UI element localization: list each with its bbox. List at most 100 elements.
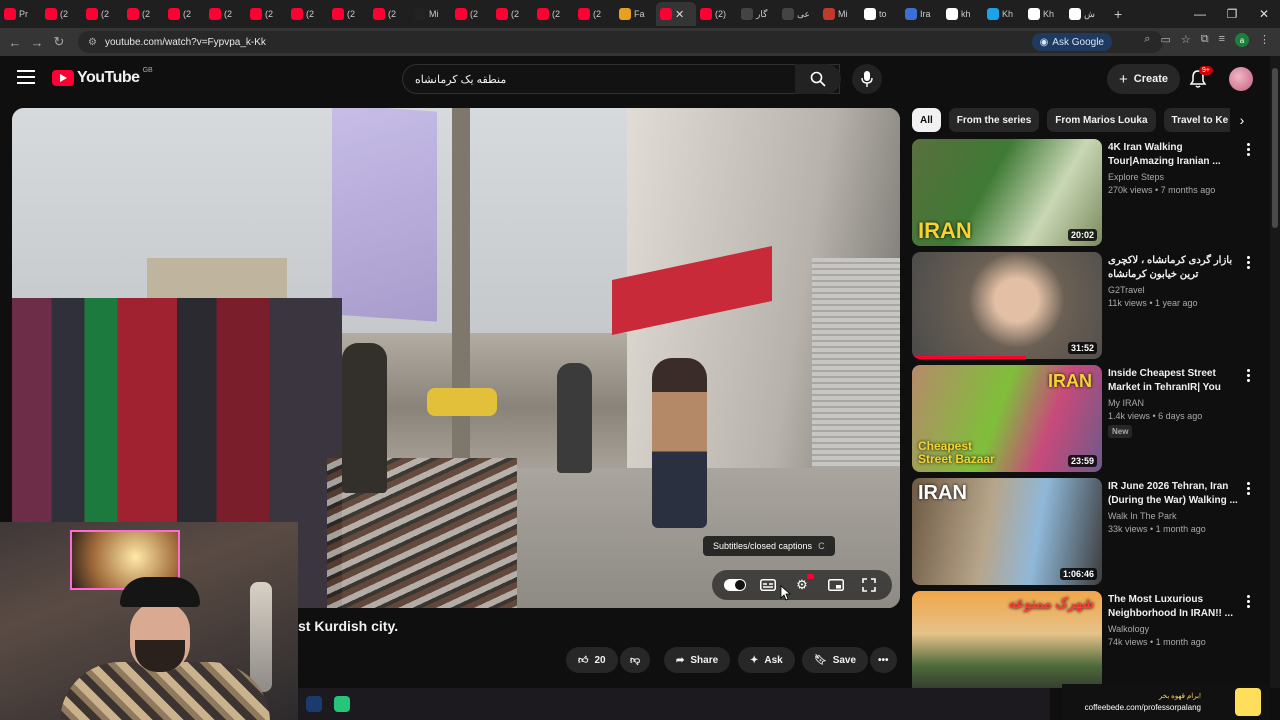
new-tab-button[interactable]: + bbox=[1106, 6, 1130, 22]
browser-tab[interactable]: گار bbox=[737, 2, 778, 26]
chip-all[interactable]: All bbox=[912, 108, 941, 132]
subtitles-button[interactable] bbox=[757, 574, 779, 596]
reload-icon[interactable]: ↻ bbox=[48, 34, 70, 50]
browser-tab[interactable]: ش bbox=[1065, 2, 1106, 26]
channel-name[interactable]: G2Travel bbox=[1108, 285, 1238, 295]
settings-button[interactable]: ⚙ bbox=[791, 574, 814, 596]
recommendation-title[interactable]: The Most Luxurious Neighborhood In IRAN!… bbox=[1108, 593, 1238, 621]
video-thumbnail[interactable]: IRAN 1:06:46 bbox=[912, 478, 1102, 585]
search-input[interactable]: منطقه یک کرمانشاه ✕ bbox=[402, 64, 840, 94]
browser-tab[interactable]: (2 bbox=[205, 2, 246, 26]
like-button[interactable]: 👍︎ 20 bbox=[566, 647, 618, 673]
chip-from-channel[interactable]: From Marios Louka bbox=[1047, 108, 1156, 132]
browser-tab[interactable]: to bbox=[860, 2, 901, 26]
close-window-button[interactable]: ✕ bbox=[1248, 7, 1280, 21]
url-field[interactable]: ⚙ youtube.com/watch?v=Fypvpa_k-Kk bbox=[78, 31, 1163, 53]
site-info-icon[interactable]: ⚙ bbox=[88, 37, 97, 48]
recommendation-item[interactable]: شهرک ممنوعه The Most Luxurious Neighborh… bbox=[912, 591, 1257, 688]
recommendation-title[interactable]: بازار گردی کرمانشاه ، لاکچری ترین خیابون… bbox=[1108, 254, 1238, 282]
minimize-button[interactable]: — bbox=[1184, 7, 1216, 21]
menu-icon[interactable] bbox=[17, 70, 35, 84]
search-button[interactable] bbox=[795, 64, 841, 94]
back-icon[interactable]: ← bbox=[4, 35, 26, 50]
more-actions-button[interactable]: ••• bbox=[870, 647, 897, 673]
app-icon[interactable] bbox=[334, 696, 350, 712]
voice-search-button[interactable] bbox=[852, 64, 882, 94]
browser-tab[interactable]: Kh bbox=[1024, 2, 1065, 26]
extensions-icon[interactable]: ⧉ bbox=[1201, 33, 1209, 47]
browser-tab[interactable]: عی bbox=[778, 2, 819, 26]
bookmark-star-icon[interactable]: ☆ bbox=[1181, 33, 1191, 47]
forward-icon[interactable]: → bbox=[26, 35, 48, 50]
more-vert-icon[interactable] bbox=[1243, 595, 1253, 608]
browser-tab[interactable]: (2 bbox=[492, 2, 533, 26]
zoom-icon[interactable]: ⌕ bbox=[1144, 33, 1150, 47]
video-thumbnail[interactable]: IRAN 20:02 bbox=[912, 139, 1102, 246]
recommendation-title[interactable]: Inside Cheapest Street Market in TehranI… bbox=[1108, 367, 1238, 395]
profile-avatar[interactable]: a bbox=[1235, 33, 1249, 47]
browser-tab[interactable]: Fa bbox=[615, 2, 656, 26]
media-controls-icon[interactable]: ≡ bbox=[1219, 33, 1225, 47]
recommendation-title[interactable]: 4K Iran Walking Tour|Amazing Iranian ... bbox=[1108, 141, 1238, 169]
save-button[interactable]: 🔖︎ Save bbox=[802, 647, 869, 673]
video-thumbnail[interactable]: شهرک ممنوعه bbox=[912, 591, 1102, 688]
create-button[interactable]: + Create bbox=[1107, 64, 1181, 94]
recommendation-item[interactable]: Cheapest Street Bazaar IRAN 23:59 Inside… bbox=[912, 365, 1257, 472]
more-vert-icon[interactable] bbox=[1243, 482, 1253, 495]
webcam-person-hat bbox=[120, 577, 200, 607]
browser-tab[interactable]: Pr bbox=[0, 2, 41, 26]
browser-tab[interactable]: (2 bbox=[287, 2, 328, 26]
tab-active[interactable]: ✕ bbox=[656, 2, 696, 26]
page-scrollbar[interactable] bbox=[1270, 56, 1280, 688]
ask-label: Ask bbox=[764, 654, 783, 666]
thumbnail-caption: IRAN bbox=[918, 482, 967, 504]
channel-name[interactable]: Walk In The Park bbox=[1108, 511, 1238, 521]
browser-tab[interactable]: (2 bbox=[533, 2, 574, 26]
browser-tab[interactable]: Mi bbox=[410, 2, 451, 26]
chip-from-series[interactable]: From the series bbox=[948, 108, 1040, 132]
ask-google-button[interactable]: ◉ Ask Google bbox=[1031, 33, 1112, 51]
recommendation-item[interactable]: IRAN 1:06:46 IR June 2026 Tehran, Iran (… bbox=[912, 478, 1257, 585]
browser-tab[interactable]: (2 bbox=[82, 2, 123, 26]
browser-tab[interactable]: Mi bbox=[819, 2, 860, 26]
maximize-button[interactable]: ❐ bbox=[1216, 7, 1248, 21]
browser-tab[interactable]: kh bbox=[942, 2, 983, 26]
autoplay-toggle[interactable] bbox=[723, 574, 746, 596]
recommendation-title[interactable]: IR June 2026 Tehran, Iran (During the Wa… bbox=[1108, 480, 1238, 508]
browser-tab[interactable]: (2 bbox=[574, 2, 615, 26]
ask-button[interactable]: ✦ Ask bbox=[738, 647, 795, 673]
browser-tab[interactable]: Kh bbox=[983, 2, 1024, 26]
chips-next-arrow-icon[interactable]: › bbox=[1230, 108, 1254, 132]
browser-tab[interactable]: (2 bbox=[123, 2, 164, 26]
recommendation-item[interactable]: 31:52 بازار گردی کرمانشاه ، لاکچری ترین … bbox=[912, 252, 1257, 359]
fullscreen-button[interactable] bbox=[858, 574, 880, 596]
channel-name[interactable]: Explore Steps bbox=[1108, 172, 1238, 182]
share-button[interactable]: ➦ Share bbox=[664, 647, 731, 673]
chip-travel[interactable]: Travel to Ke bbox=[1163, 108, 1237, 132]
steam-icon[interactable] bbox=[306, 696, 322, 712]
browser-tab[interactable]: (2 bbox=[246, 2, 287, 26]
install-icon[interactable]: ▭ bbox=[1160, 33, 1170, 47]
youtube-logo[interactable]: YouTube GB bbox=[52, 67, 153, 87]
browser-tab[interactable]: (2) bbox=[696, 2, 737, 26]
more-vert-icon[interactable] bbox=[1243, 143, 1253, 156]
tab-close-icon[interactable]: ✕ bbox=[675, 8, 684, 21]
browser-tab[interactable]: (2 bbox=[369, 2, 410, 26]
more-vert-icon[interactable] bbox=[1243, 369, 1253, 382]
miniplayer-button[interactable] bbox=[825, 574, 847, 596]
browser-tab[interactable]: Ira bbox=[901, 2, 942, 26]
more-vert-icon[interactable] bbox=[1243, 256, 1253, 269]
browser-menu-icon[interactable]: ⋮ bbox=[1259, 33, 1270, 47]
scrollbar-thumb[interactable] bbox=[1272, 68, 1278, 228]
browser-tab[interactable]: (2 bbox=[328, 2, 369, 26]
browser-tab[interactable]: (2 bbox=[164, 2, 205, 26]
channel-name[interactable]: Walkology bbox=[1108, 624, 1238, 634]
video-thumbnail[interactable]: 31:52 bbox=[912, 252, 1102, 359]
account-avatar[interactable] bbox=[1229, 67, 1253, 91]
recommendation-item[interactable]: IRAN 20:02 4K Iran Walking Tour|Amazing … bbox=[912, 139, 1257, 246]
channel-name[interactable]: My IRAN bbox=[1108, 398, 1238, 408]
browser-tab[interactable]: (2 bbox=[41, 2, 82, 26]
dislike-button[interactable]: 👎︎ bbox=[620, 647, 651, 673]
browser-tab[interactable]: (2 bbox=[451, 2, 492, 26]
video-thumbnail[interactable]: Cheapest Street Bazaar IRAN 23:59 bbox=[912, 365, 1102, 472]
